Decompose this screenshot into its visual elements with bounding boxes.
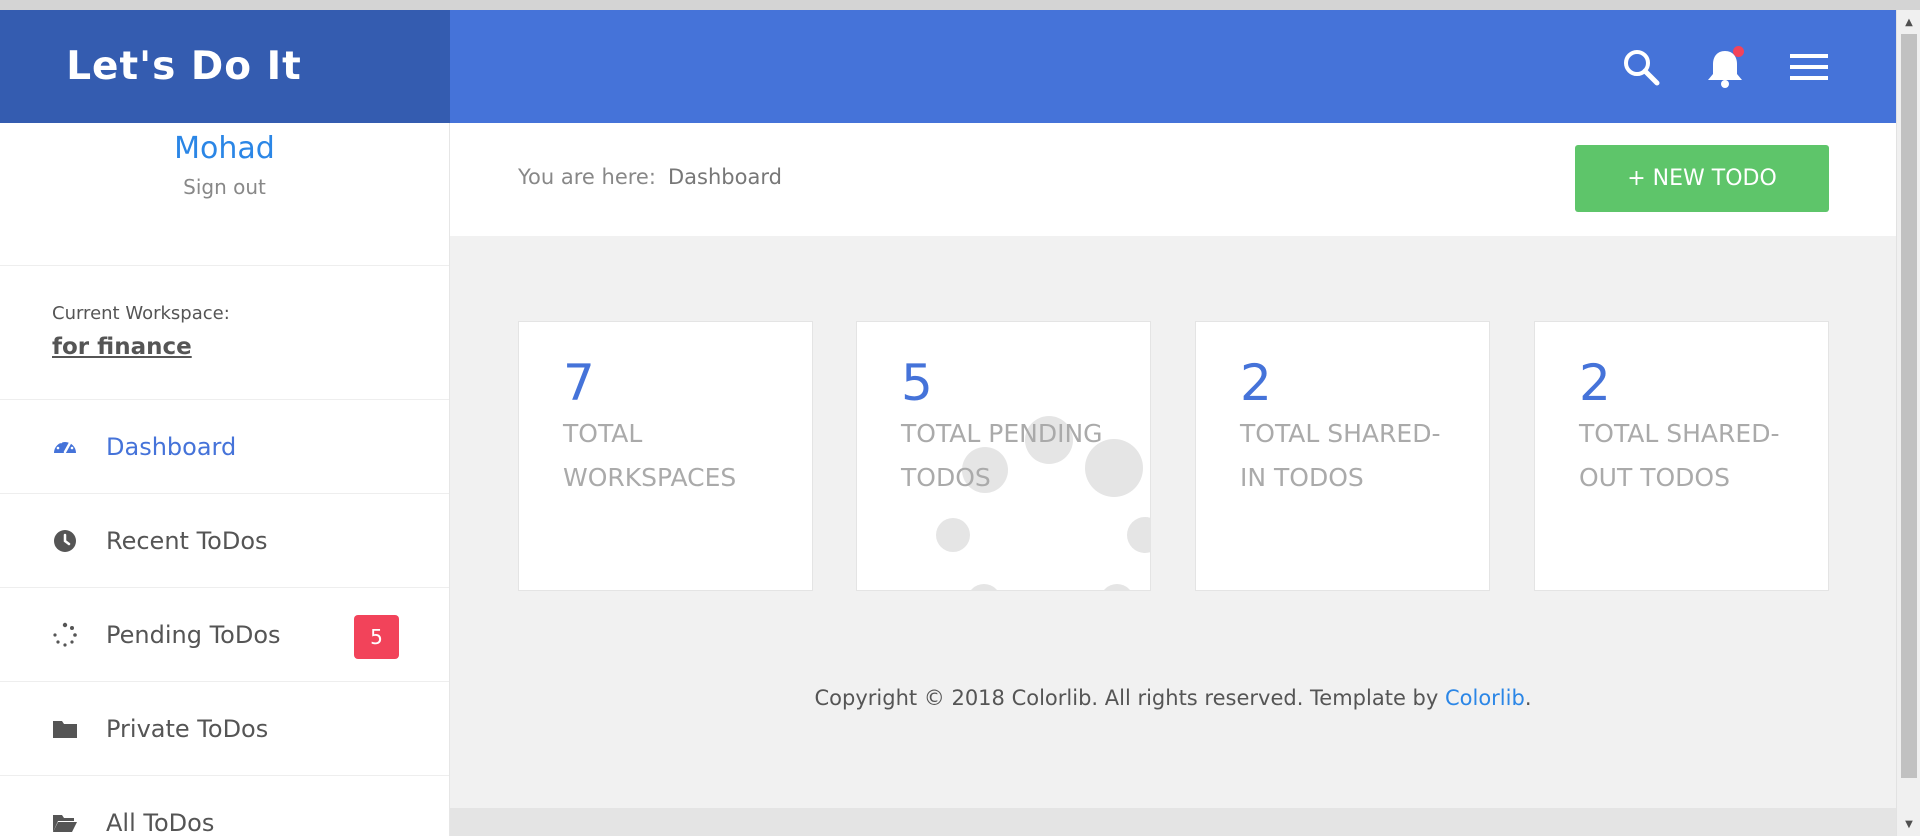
notification-dot	[1733, 46, 1744, 57]
sidebar-item-label: All ToDos	[106, 808, 215, 836]
footer-text: Copyright © 2018 Colorlib. All rights re…	[814, 686, 1445, 710]
user-block: Mohad Sign out	[0, 123, 449, 266]
sidebar-item-pending-todos[interactable]: Pending ToDos 5	[0, 588, 449, 682]
breadcrumb-prefix: You are here:	[518, 165, 656, 189]
top-navbar	[450, 10, 1896, 123]
sidebar-item-label: Dashboard	[106, 432, 237, 461]
browser-top-strip	[0, 0, 1920, 10]
sidebar-item-label: Private ToDos	[106, 714, 269, 743]
clock-icon	[52, 528, 78, 554]
workspace-name-link[interactable]: for finance	[52, 334, 192, 360]
workspace-block: Current Workspace: for finance	[0, 266, 449, 400]
footer-copyright: Copyright © 2018 Colorlib. All rights re…	[450, 686, 1896, 710]
decorative-bubble	[1100, 584, 1134, 590]
page-scrollbar[interactable]: ▲ ▼	[1896, 10, 1920, 836]
sidebar: Mohad Sign out Current Workspace: for fi…	[0, 123, 450, 836]
stat-card-shared-out-todos[interactable]: 2 TOTAL SHARED-OUT TODOS	[1534, 321, 1829, 591]
stat-value: 2	[1579, 354, 1611, 412]
folder-open-icon	[52, 810, 78, 836]
workspace-label: Current Workspace:	[52, 303, 230, 324]
breadcrumb: You are here: Dashboard + NEW TODO	[450, 123, 1896, 236]
pending-count-badge: 5	[354, 615, 399, 659]
sidebar-item-label: Recent ToDos	[106, 526, 268, 555]
user-name[interactable]: Mohad	[0, 123, 449, 166]
stat-label: TOTAL SHARED-IN TODOS	[1240, 419, 1441, 492]
stat-card-shared-in-todos[interactable]: 2 TOTAL SHARED-IN TODOS	[1195, 321, 1490, 591]
sidebar-item-all-todos[interactable]: All ToDos	[0, 776, 449, 836]
footer-colorlib-link[interactable]: Colorlib	[1445, 686, 1525, 710]
decorative-bubble	[1127, 517, 1150, 553]
new-todo-button[interactable]: + NEW TODO	[1575, 145, 1829, 212]
bottom-strip	[450, 808, 1896, 836]
stat-label: TOTAL WORKSPACES	[563, 419, 737, 492]
scroll-down-arrow-icon[interactable]: ▼	[1897, 814, 1920, 834]
sign-out-link[interactable]: Sign out	[0, 175, 449, 199]
folder-icon	[52, 716, 78, 742]
spinner-icon	[52, 622, 78, 648]
footer-suffix: .	[1524, 686, 1532, 710]
main-content: You are here: Dashboard + NEW TODO 7 TOT…	[450, 123, 1896, 836]
stat-card-workspaces[interactable]: 7 TOTAL WORKSPACES	[518, 321, 813, 591]
sidebar-item-dashboard[interactable]: Dashboard	[0, 400, 449, 494]
brand-logo-area[interactable]: Let's Do It	[0, 10, 450, 123]
scroll-thumb[interactable]	[1901, 34, 1917, 778]
sidebar-item-label: Pending ToDos	[106, 620, 281, 649]
stat-value: 2	[1240, 354, 1272, 412]
sidebar-item-recent-todos[interactable]: Recent ToDos	[0, 494, 449, 588]
search-icon[interactable]	[1620, 46, 1664, 90]
brand-title: Let's Do It	[66, 44, 302, 89]
sidebar-item-private-todos[interactable]: Private ToDos	[0, 682, 449, 776]
decorative-bubble	[936, 518, 970, 552]
breadcrumb-current[interactable]: Dashboard	[668, 165, 782, 189]
hamburger-menu-icon[interactable]	[1787, 46, 1831, 90]
stat-value: 5	[901, 354, 933, 412]
decorative-bubble	[967, 584, 1001, 590]
scroll-up-arrow-icon[interactable]: ▲	[1897, 12, 1920, 32]
stat-label: TOTAL SHARED-OUT TODOS	[1579, 419, 1780, 492]
stat-label: TOTAL PENDING TODOS	[901, 419, 1103, 492]
stat-value: 7	[563, 354, 595, 412]
bell-icon[interactable]	[1703, 46, 1747, 90]
stat-card-pending-todos[interactable]: 5 TOTAL PENDING TODOS	[856, 321, 1151, 591]
dashboard-gauge-icon	[52, 434, 78, 460]
